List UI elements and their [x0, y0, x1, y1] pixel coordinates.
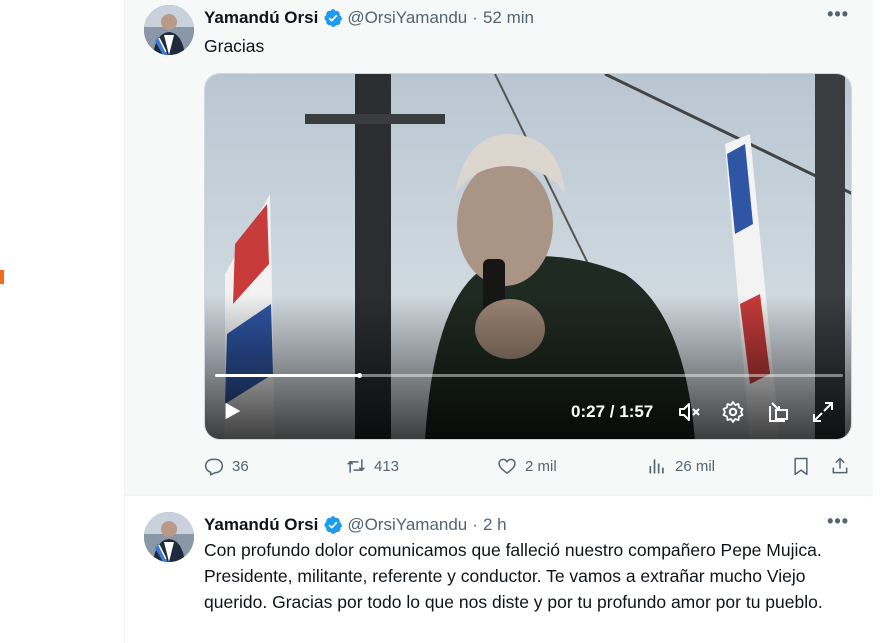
tweet[interactable]: Yamandú Orsi @OrsiYamandu · 52 min ••• G… [125, 0, 873, 496]
views-count: 26 mil [675, 457, 716, 475]
video-time: 0:27 / 1:57 [571, 402, 653, 422]
mute-icon[interactable] [677, 400, 701, 424]
more-icon[interactable]: ••• [827, 511, 849, 532]
tweet-text: Gracias [204, 36, 265, 56]
share-icon [832, 457, 848, 474]
dot-separator: · [472, 8, 478, 27]
reply-button[interactable]: 36 [204, 456, 249, 476]
bookmark-icon [794, 457, 808, 476]
avatar[interactable] [144, 5, 194, 55]
timeline: Yamandú Orsi @OrsiYamandu · 52 min ••• G… [124, 0, 873, 643]
repost-count: 413 [374, 457, 400, 475]
author-handle[interactable]: @OrsiYamandu [347, 515, 467, 535]
video-duration: 1:57 [619, 402, 654, 421]
video-current-time: 0:27 [571, 402, 606, 421]
like-count: 2 mil [525, 457, 557, 475]
picture-in-picture-icon[interactable] [767, 400, 791, 424]
bookmark-button[interactable] [791, 456, 811, 476]
repost-icon [347, 459, 365, 473]
tweet-header: Yamandú Orsi @OrsiYamandu · 52 min [204, 8, 534, 28]
repost-button[interactable]: 413 [346, 456, 399, 476]
tweet-time[interactable]: 52 min [483, 8, 534, 28]
verified-badge-icon [324, 516, 343, 534]
tweet-actions: 36 413 2 mil 26 mil [204, 456, 852, 482]
video-frame [205, 74, 851, 439]
share-button[interactable] [830, 456, 850, 476]
video-progress-fill [215, 374, 360, 377]
avatar[interactable] [144, 512, 194, 562]
views-button[interactable]: 26 mil [647, 456, 715, 476]
reply-count: 36 [232, 457, 249, 475]
tweet-text: Con profundo dolor comunicamos que falle… [204, 540, 823, 612]
more-icon[interactable]: ••• [827, 4, 849, 25]
play-icon[interactable] [221, 400, 243, 422]
verified-badge-icon [324, 9, 343, 27]
dot-separator: · [472, 515, 478, 534]
author-handle[interactable]: @OrsiYamandu [347, 8, 467, 28]
video-player[interactable]: 0:27 / 1:57 [204, 73, 852, 440]
reply-icon [204, 458, 224, 476]
tweet[interactable]: Yamandú Orsi @OrsiYamandu · 2 h ••• Con … [125, 497, 873, 643]
gear-icon[interactable] [721, 400, 745, 424]
tweet-header: Yamandú Orsi @OrsiYamandu · 2 h [204, 515, 507, 535]
tweet-time[interactable]: 2 h [483, 515, 507, 535]
fullscreen-icon[interactable] [811, 400, 835, 424]
views-icon [649, 459, 664, 474]
author-name[interactable]: Yamandú Orsi [204, 515, 318, 535]
author-name[interactable]: Yamandú Orsi [204, 8, 318, 28]
video-time-separator: / [609, 402, 615, 421]
accent-mark [0, 270, 4, 284]
heart-icon [498, 458, 516, 475]
like-button[interactable]: 2 mil [497, 456, 557, 476]
left-column [0, 0, 124, 643]
video-progress-bar[interactable] [215, 373, 843, 378]
